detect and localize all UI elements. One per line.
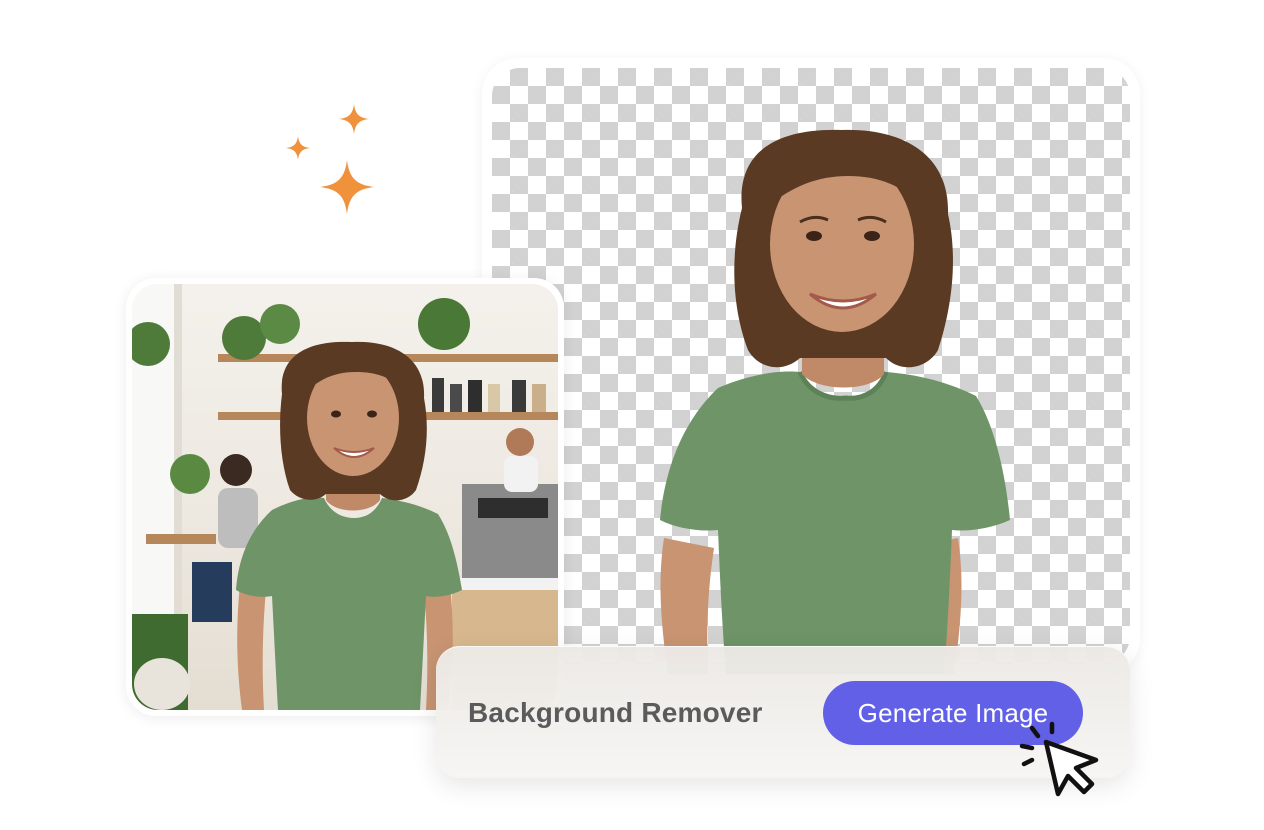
sparkle-icon [339, 104, 369, 134]
sparkle-icon [320, 160, 374, 214]
tool-title: Background Remover [468, 697, 763, 728]
sparkle-icon [286, 136, 310, 160]
pointer-cursor-icon [1016, 720, 1106, 807]
subject-cutout [660, 129, 1010, 674]
hero-illustration: Background Remover Generate Image [0, 0, 1264, 830]
result-preview-card [482, 58, 1140, 674]
